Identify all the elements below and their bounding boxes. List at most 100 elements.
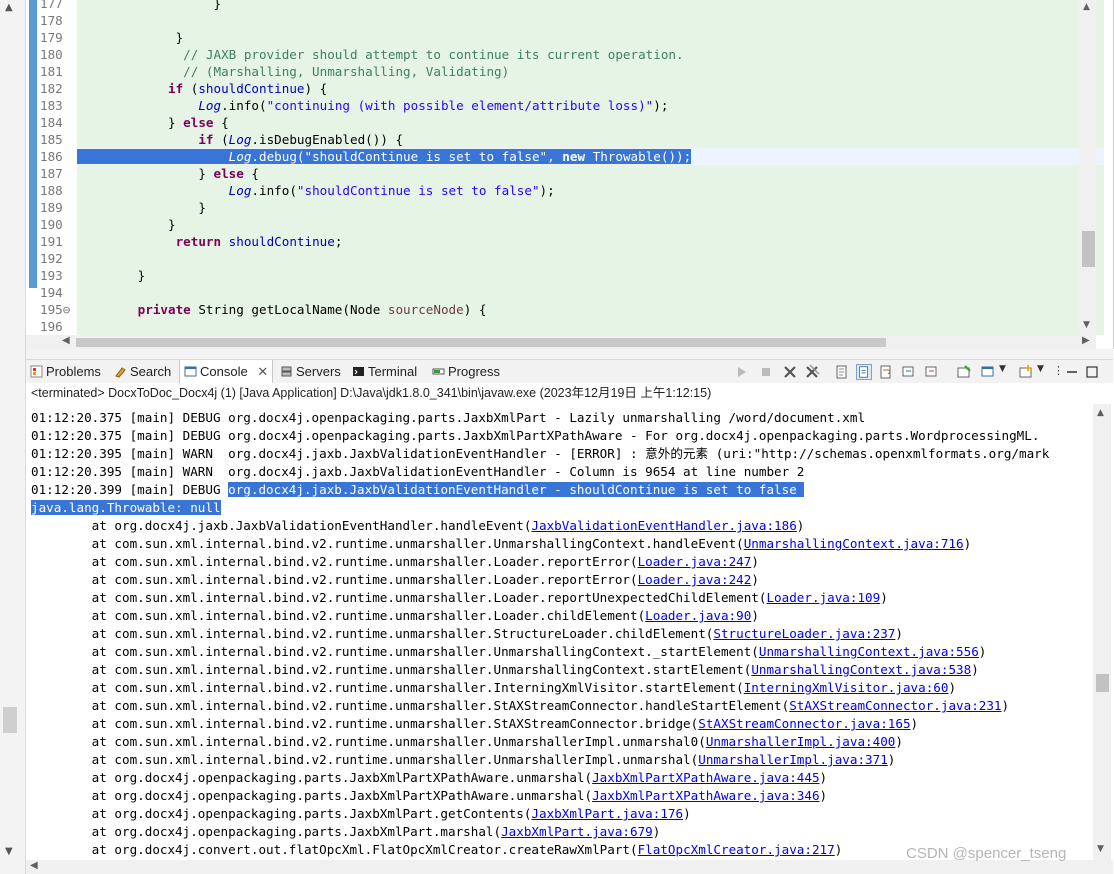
stack-trace-link[interactable]: Loader.java:242 (638, 572, 752, 587)
editor-vertical-scrollbar[interactable]: ▲ ▼ (1079, 0, 1096, 335)
stack-trace-link[interactable]: JaxbXmlPartXPathAware.java:445 (592, 770, 819, 785)
clear-console-icon[interactable] (834, 364, 850, 380)
scroll-down-icon[interactable]: ▼ (1083, 320, 1090, 330)
console-scroll-thumb[interactable] (1096, 674, 1109, 692)
console-text: 01:12:20.375 [main] DEBUG org.docx4j.ope… (31, 428, 1040, 443)
console-text: ) (834, 842, 843, 857)
terminate-icon[interactable] (758, 364, 774, 380)
stack-trace-link[interactable]: StAXStreamConnector.java:165 (698, 716, 910, 731)
outer-scroll-thumb[interactable] (3, 707, 17, 733)
code-line: } (77, 216, 1104, 233)
stack-trace-link[interactable]: StAXStreamConnector.java:231 (789, 698, 1001, 713)
stack-trace-link[interactable]: FlatOpcXmlCreator.java:217 (638, 842, 835, 857)
scroll-down-icon[interactable]: ▼ (1097, 844, 1104, 854)
remove-icon[interactable] (782, 364, 798, 380)
stack-trace-link[interactable]: Loader.java:247 (638, 554, 752, 569)
stack-trace-link[interactable]: UnmarshallerImpl.java:400 (706, 734, 896, 749)
code-area[interactable]: } } // JAXB provider should attempt to c… (77, 0, 1104, 335)
tab-search[interactable]: Search (114, 360, 171, 384)
stack-trace-link[interactable]: InterningXmlVisitor.java:60 (744, 680, 949, 695)
code-token: "shouldContinue is set to false" (304, 149, 548, 164)
scroll-up-arrow-icon[interactable]: ▲ (5, 2, 13, 13)
code-line: Log.debug("shouldContinue is set to fals… (77, 148, 1104, 165)
show-on-output-icon[interactable] (901, 364, 917, 380)
open-console-icon[interactable] (1018, 364, 1034, 380)
line-number: 177 (40, 0, 63, 11)
close-icon[interactable]: ✕ (257, 364, 268, 379)
stack-trace-link[interactable]: JaxbValidationEventHandler.java:186 (531, 518, 796, 533)
console-horizontal-scrollbar[interactable]: ◀ (26, 860, 1113, 874)
stack-trace-link[interactable]: Loader.java:109 (766, 590, 880, 605)
editor-scroll-thumb[interactable] (1082, 231, 1095, 267)
console-text: 01:12:20.395 [main] WARN org.docx4j.jaxb… (31, 464, 805, 479)
console-line: at org.docx4j.convert.out.flatOpcXml.Fla… (31, 841, 843, 859)
show-on-error-icon[interactable] (924, 364, 940, 380)
remove-launch-icon[interactable] (734, 364, 750, 380)
console-text: ) (1001, 698, 1010, 713)
code-token: return (175, 234, 222, 249)
tab-progress[interactable]: Progress (432, 360, 500, 384)
console-vertical-scrollbar[interactable]: ▲ ▼ (1093, 404, 1111, 860)
console-line: at org.docx4j.openpackaging.parts.JaxbXm… (31, 805, 691, 823)
console-text: at org.docx4j.openpackaging.parts.JaxbXm… (31, 788, 593, 803)
console-line: at com.sun.xml.internal.bind.v2.runtime.… (31, 751, 896, 769)
tab-terminal[interactable]: Terminal (352, 360, 417, 384)
scroll-down-arrow-icon[interactable]: ▼ (5, 846, 13, 857)
scroll-up-icon[interactable]: ▲ (1083, 2, 1090, 12)
stack-trace-link[interactable]: UnmarshallerImpl.java:371 (698, 752, 888, 767)
console-output[interactable]: 01:12:20.375 [main] DEBUG org.docx4j.ope… (26, 404, 1097, 860)
chevron-down-icon[interactable]: ▼ (999, 364, 1015, 380)
code-line: if (Log.isDebugEnabled()) { (77, 131, 1104, 148)
code-token: } (77, 0, 222, 11)
tab-console[interactable]: Console ✕ (179, 360, 274, 385)
console-text: at com.sun.xml.internal.bind.v2.runtime.… (31, 572, 638, 587)
stack-trace-link[interactable]: UnmarshallingContext.java:716 (744, 536, 964, 551)
console-text: ) (683, 806, 691, 821)
console-text: ) (971, 662, 979, 677)
stack-trace-link[interactable]: UnmarshallingContext.java:538 (751, 662, 971, 677)
stack-trace-link[interactable]: JaxbXmlPart.java:176 (531, 806, 683, 821)
line-number: 178 (40, 13, 63, 28)
code-token: .info( (251, 183, 297, 198)
tab-servers[interactable]: Servers (280, 360, 341, 384)
remove-all-icon[interactable] (804, 364, 820, 380)
stack-trace-link[interactable]: JaxbXmlPart.java:679 (501, 824, 653, 839)
code-token: ); (653, 98, 669, 113)
line-number: 192 (40, 251, 63, 266)
chevron-down-icon[interactable]: ▼ (1037, 364, 1053, 380)
scroll-left-icon[interactable]: ◀ (62, 335, 70, 346)
scroll-up-icon[interactable]: ▲ (1097, 408, 1104, 418)
console-text: ) (895, 626, 903, 641)
editor-horizontal-scrollbar[interactable]: ◀ ▶ (26, 335, 1096, 349)
stack-trace-link[interactable]: Loader.java:90 (645, 608, 751, 623)
console-text: at org.docx4j.jaxb.JaxbValidationEventHa… (31, 518, 532, 533)
line-number: 186 (40, 149, 63, 164)
editor-hscroll-thumb[interactable] (76, 338, 886, 347)
scroll-left-icon[interactable]: ◀ (30, 860, 38, 871)
code-token: } (77, 268, 146, 283)
scroll-lock-icon[interactable] (856, 364, 872, 380)
word-wrap-icon[interactable] (878, 364, 894, 380)
code-token: ( (183, 81, 199, 96)
stack-trace-link[interactable]: UnmarshallingContext.java:556 (759, 644, 979, 659)
console-line: at com.sun.xml.internal.bind.v2.runtime.… (31, 589, 888, 607)
tab-problems[interactable]: Problems (30, 360, 101, 384)
code-editor[interactable]: 177 178 179 180 181 182 183 184 185 186 187 188 189 1… (26, 0, 1114, 349)
panel-sash[interactable] (26, 349, 1113, 359)
code-token: } (77, 166, 214, 181)
console-line: at com.sun.xml.internal.bind.v2.runtime.… (31, 535, 972, 553)
display-selected-console-icon[interactable] (980, 364, 996, 380)
console-line: at com.sun.xml.internal.bind.v2.runtime.… (31, 571, 759, 589)
line-number: 191 (40, 234, 63, 249)
console-text: ) (910, 716, 919, 731)
minimize-icon[interactable] (1064, 364, 1080, 380)
stack-trace-link[interactable]: StructureLoader.java:237 (713, 626, 895, 641)
maximize-icon[interactable] (1084, 364, 1100, 380)
code-line: // (Marshalling, Unmarshalling, Validati… (77, 63, 1104, 80)
scroll-right-icon[interactable]: ▶ (1082, 335, 1090, 346)
stack-trace-link[interactable]: JaxbXmlPartXPathAware.java:346 (592, 788, 819, 803)
pin-console-icon[interactable] (956, 364, 972, 380)
